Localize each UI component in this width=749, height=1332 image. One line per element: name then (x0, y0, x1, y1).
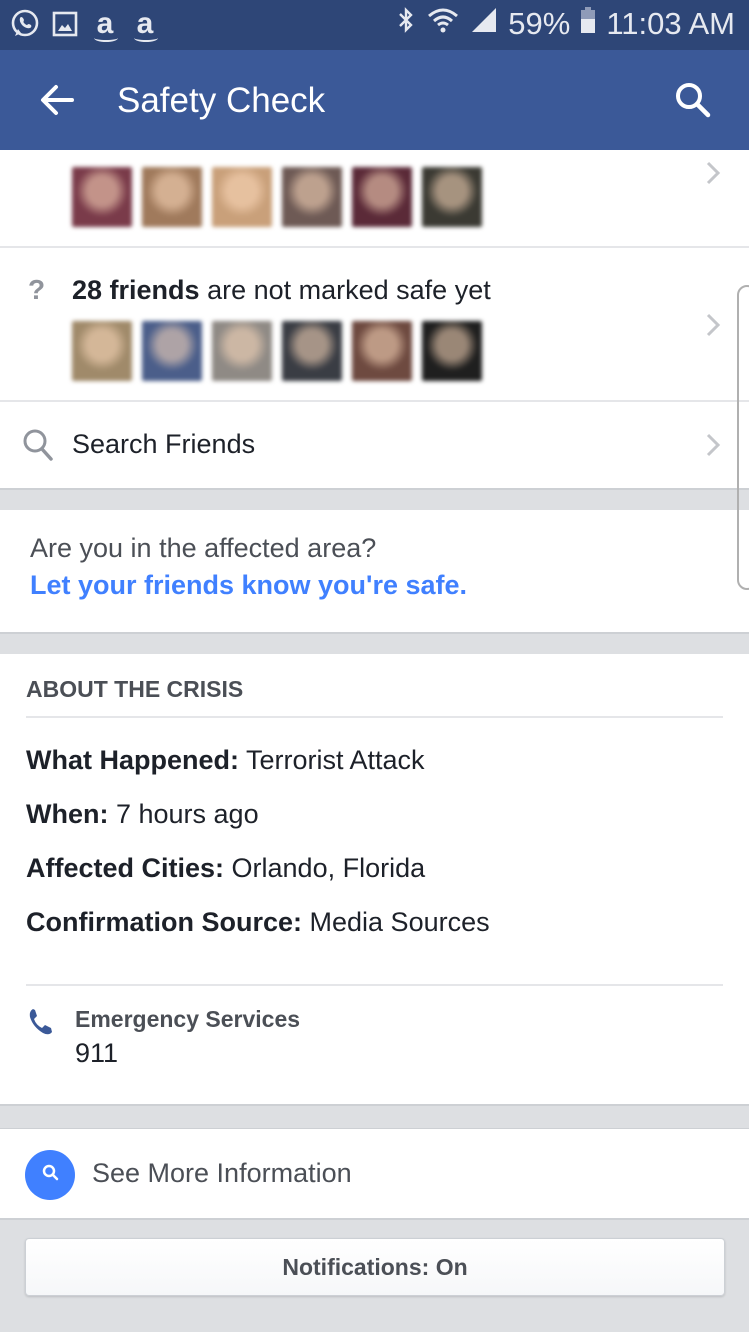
friend-avatar[interactable] (142, 167, 202, 227)
about-crisis-card: ABOUT THE CRISIS What Happened: Terroris… (0, 654, 749, 1106)
notification-icons: a a (10, 8, 160, 42)
edge-panel-handle[interactable] (737, 285, 749, 590)
not-marked-safe-row[interactable]: ? 28 friends are not marked safe yet (0, 248, 749, 400)
not-marked-safe-suffix: are not marked safe yet (199, 275, 491, 305)
friend-avatar[interactable] (282, 167, 342, 227)
safety-prompt: Are you in the affected area? Let your f… (0, 510, 749, 634)
battery-icon (580, 6, 596, 42)
friend-avatar[interactable] (72, 167, 132, 227)
app-bar: Safety Check (0, 50, 749, 150)
affected-area-question: Are you in the affected area? (30, 533, 377, 563)
friend-avatar[interactable] (142, 321, 202, 381)
friend-avatar[interactable] (212, 321, 272, 381)
friends-count: 28 friends (72, 275, 200, 305)
chevron-right-icon (703, 310, 723, 340)
see-more-information-row[interactable]: See More Information (0, 1128, 749, 1220)
crisis-value: Terrorist Attack (239, 745, 425, 775)
search-friends-label: Search Friends (72, 429, 256, 459)
chevron-right-icon (703, 158, 723, 188)
amazon-icon: a (130, 9, 160, 42)
crisis-label: Affected Cities: (26, 853, 225, 883)
page-title: Safety Check (117, 81, 326, 120)
crisis-value: Media Sources (302, 907, 490, 937)
notifications-toggle-button[interactable]: Notifications: On (25, 1238, 725, 1296)
crisis-value: Orlando, Florida (224, 853, 426, 883)
friend-avatar[interactable] (352, 321, 412, 381)
bluetooth-icon (396, 6, 416, 42)
gallery-icon (50, 8, 80, 40)
crisis-affected-cities: Affected Cities: Orlando, Florida (26, 852, 425, 884)
not-marked-safe-avatars (72, 321, 482, 381)
status-bar: a a 59% 11:03 AM (0, 0, 749, 50)
marked-safe-row[interactable] (0, 150, 749, 246)
phone-icon (27, 1006, 57, 1041)
emergency-label: Emergency Services (75, 1006, 301, 1032)
crisis-what-happened: What Happened: Terrorist Attack (26, 744, 425, 776)
crisis-value: 7 hours ago (108, 799, 259, 829)
crisis-confirmation-source: Confirmation Source: Media Sources (26, 906, 490, 938)
not-marked-safe-text: 28 friends are not marked safe yet (72, 274, 491, 306)
crisis-when: When: 7 hours ago (26, 798, 259, 830)
search-icon (22, 428, 54, 467)
crisis-label: When: (26, 799, 109, 829)
marked-safe-avatars (72, 167, 482, 227)
crisis-label: Confirmation Source: (26, 907, 303, 937)
search-icon[interactable] (673, 80, 713, 120)
signal-icon (470, 6, 498, 42)
mark-safe-link[interactable]: Let your friends know you're safe. (30, 569, 467, 601)
friend-avatar[interactable] (212, 167, 272, 227)
friend-avatar[interactable] (282, 321, 342, 381)
amazon-icon: a (90, 9, 120, 42)
clock: 11:03 AM (606, 6, 735, 41)
whatsapp-icon (10, 8, 40, 40)
chevron-right-icon (703, 430, 723, 460)
friend-avatar[interactable] (72, 321, 132, 381)
divider (26, 716, 723, 718)
info-search-icon (25, 1150, 75, 1200)
divider (26, 984, 723, 986)
arrow-left-icon[interactable] (38, 80, 78, 120)
friend-avatar[interactable] (422, 167, 482, 227)
see-more-label: See More Information (92, 1158, 352, 1188)
crisis-label: What Happened: (26, 745, 239, 775)
friend-avatar[interactable] (422, 321, 482, 381)
friend-avatar[interactable] (352, 167, 412, 227)
system-icons: 59% 11:03 AM (396, 6, 735, 42)
section-heading: ABOUT THE CRISIS (26, 676, 244, 702)
emergency-services[interactable]: Emergency Services 911 (0, 994, 749, 1084)
emergency-number[interactable]: 911 (75, 1038, 118, 1069)
wifi-icon (426, 6, 460, 42)
question-icon: ? (28, 274, 46, 305)
search-friends-row[interactable]: Search Friends (0, 402, 749, 490)
battery-percent: 59% (508, 6, 571, 41)
